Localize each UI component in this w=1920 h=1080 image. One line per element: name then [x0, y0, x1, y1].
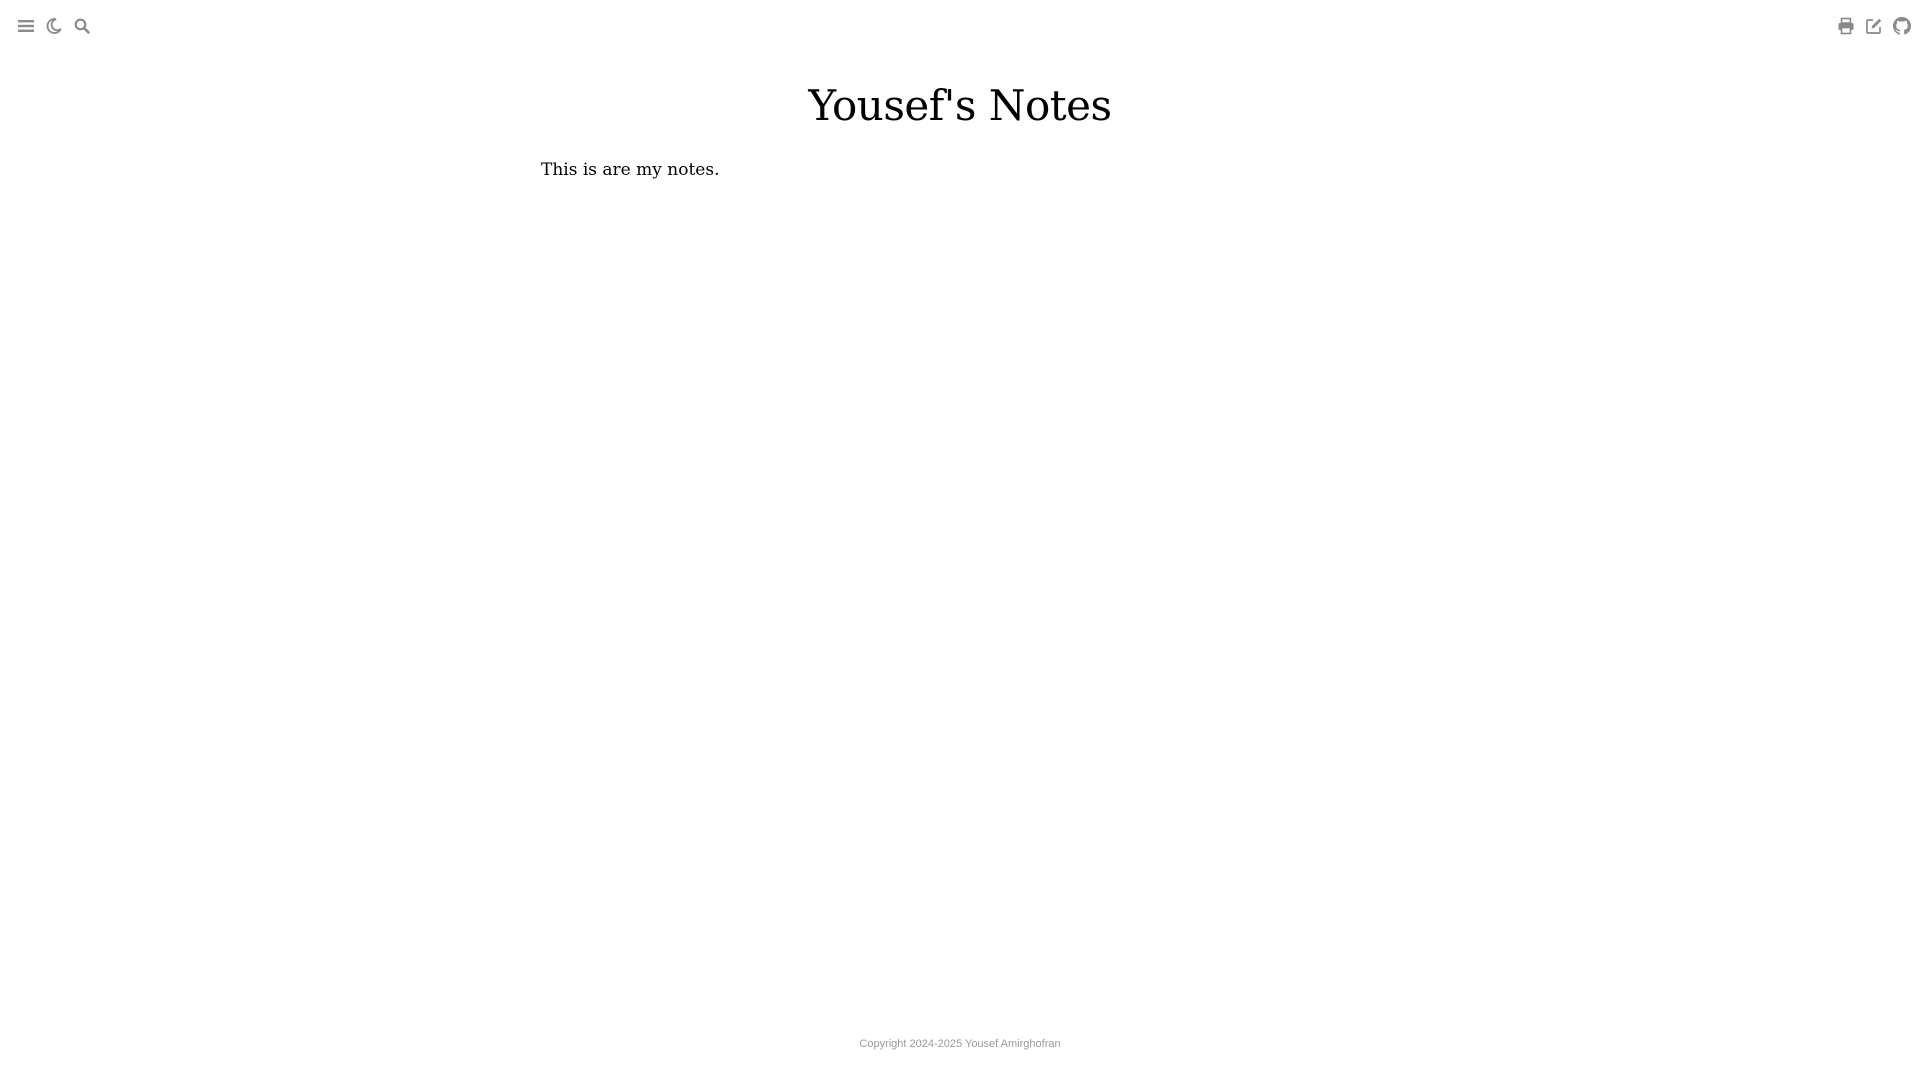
footer-copyright: Copyright 2024-2025 Yousef Amirghofran: [859, 1038, 1061, 1050]
edit-button[interactable]: [1864, 16, 1884, 36]
github-button[interactable]: [1892, 16, 1912, 36]
print-button[interactable]: [1836, 16, 1856, 36]
toggle-sidebar-button[interactable]: [16, 16, 36, 36]
github-icon: [1893, 17, 1911, 35]
left-buttons: [16, 16, 92, 36]
menu-icon: [18, 20, 34, 32]
page-title: Yousef's Notes: [808, 81, 1112, 130]
moon-icon: [46, 18, 62, 34]
edit-icon: [1866, 18, 1882, 34]
search-icon: [74, 18, 90, 34]
right-buttons: [1836, 16, 1912, 36]
theme-toggle-button[interactable]: [44, 16, 64, 36]
print-icon: [1838, 17, 1854, 35]
search-button[interactable]: [72, 16, 92, 36]
intro-paragraph: This is are my notes.: [541, 160, 720, 180]
menu-bar: [0, 0, 1920, 54]
